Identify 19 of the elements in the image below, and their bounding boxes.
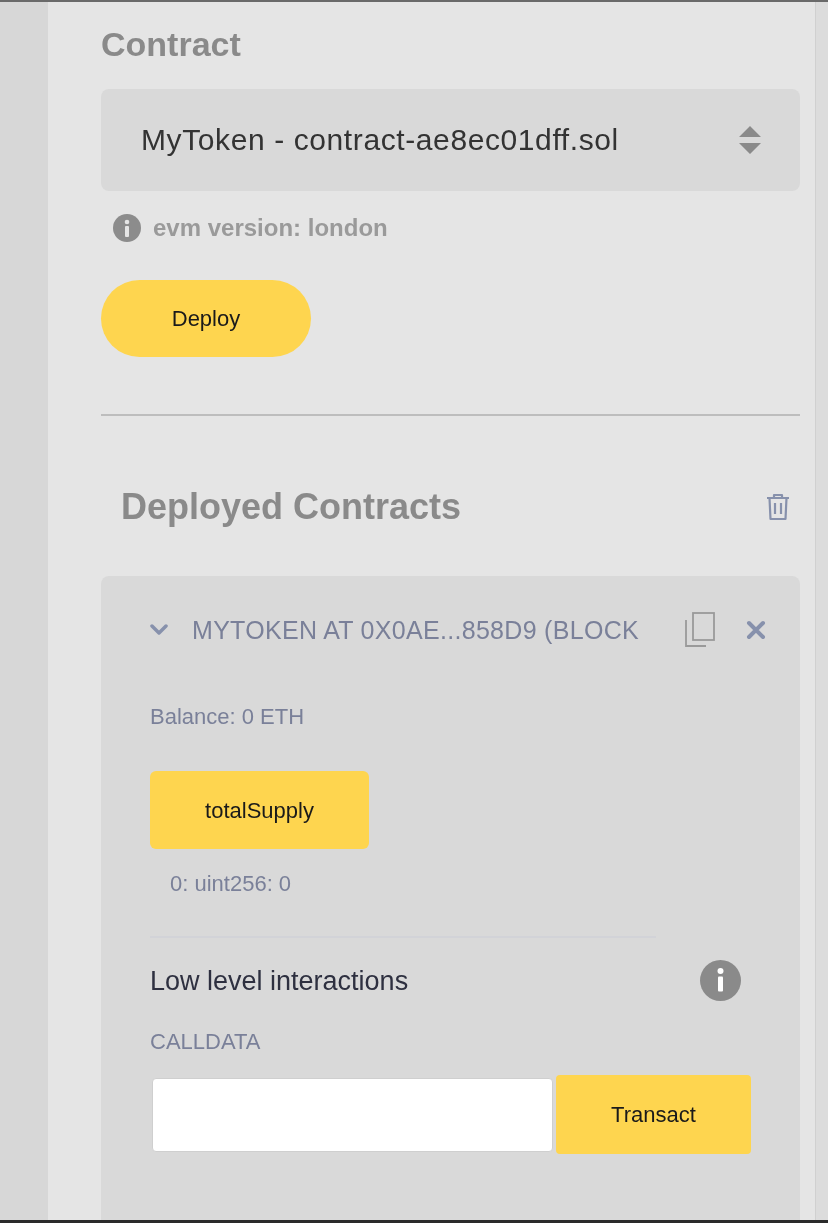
- info-icon: [113, 214, 141, 242]
- contract-select[interactable]: MyToken - contract-ae8ec01dff.sol: [101, 89, 800, 191]
- chevron-icon[interactable]: [150, 624, 168, 636]
- function-button[interactable]: totalSupply: [150, 771, 369, 849]
- section-title: Contract: [101, 24, 241, 64]
- evm-version-text: evm version: london: [153, 214, 388, 242]
- transact-button[interactable]: Transact: [556, 1075, 751, 1154]
- trash-icon[interactable]: [766, 493, 790, 521]
- result-text: 0: uint256: 0: [170, 871, 292, 897]
- info-icon[interactable]: [700, 960, 741, 1001]
- sort-arrows-icon: [738, 124, 762, 156]
- balance-text: Balance: 0 ETH: [150, 704, 305, 730]
- calldata-label: CALLDATA: [150, 1029, 261, 1055]
- low-level-title: Low level interactions: [150, 964, 409, 997]
- deploy-button[interactable]: Deploy: [101, 280, 311, 357]
- calldata-input[interactable]: [152, 1077, 553, 1152]
- section-title: Deployed Contracts: [121, 486, 462, 528]
- close-icon[interactable]: [746, 620, 766, 640]
- copy-icon[interactable]: [684, 612, 716, 648]
